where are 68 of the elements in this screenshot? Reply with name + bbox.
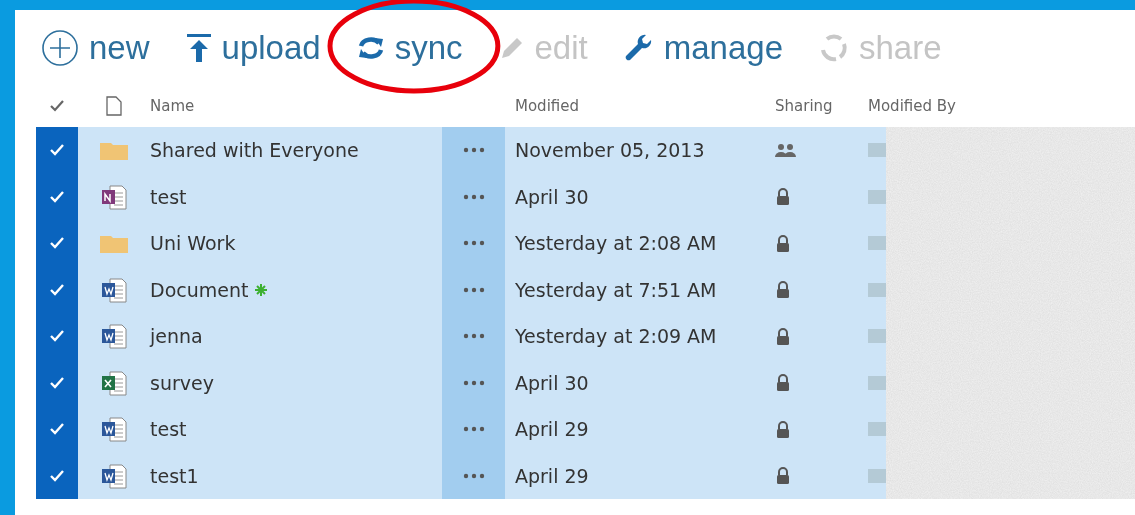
- redacted-name-stub: [868, 422, 886, 437]
- column-header[interactable]: Modified: [515, 96, 579, 115]
- more-options-icon[interactable]: [462, 426, 485, 433]
- redacted-name-stub: [868, 236, 886, 251]
- file-name[interactable]: survey: [150, 368, 214, 397]
- document-icon: [106, 96, 122, 116]
- file-name[interactable]: test1: [150, 461, 199, 490]
- spreadsheet-file-icon: [100, 369, 128, 396]
- redacted-name-stub: [868, 375, 886, 390]
- redacted-name-stub: [868, 189, 886, 204]
- modified-date: November 05, 2013: [515, 139, 705, 161]
- check-icon: [49, 329, 65, 344]
- modified-date: Yesterday at 7:51 AM: [515, 278, 717, 301]
- check-icon: [49, 143, 65, 158]
- modified-date: Yesterday at 2:09 AM: [515, 325, 717, 347]
- file-row[interactable]: jenna Yesterday at 2:09 AM: [36, 313, 886, 360]
- file-row[interactable]: test April 29: [36, 406, 886, 453]
- modified-date: April 29: [515, 464, 589, 487]
- word-file-icon: [100, 276, 128, 303]
- check-icon: [49, 99, 65, 113]
- sync-icon: [356, 34, 385, 61]
- modified-date: Yesterday at 2:08 AM: [515, 232, 717, 254]
- column-header[interactable]: Sharing: [775, 96, 833, 115]
- file-name[interactable]: Uni Work: [150, 229, 236, 258]
- more-options-icon[interactable]: [462, 333, 485, 340]
- manage-button[interactable]: manage: [619, 31, 787, 64]
- notebook-file-icon: [100, 183, 128, 210]
- redacted-name-stub: [868, 468, 886, 483]
- file-row[interactable]: test April 30: [36, 173, 886, 220]
- more-options-icon[interactable]: [462, 240, 485, 247]
- more-options-icon[interactable]: [462, 472, 485, 479]
- upload-button[interactable]: upload: [181, 31, 325, 64]
- file-row[interactable]: Uni Work Yesterday at 2:08 AM: [36, 220, 886, 267]
- column-header[interactable]: Modified By: [868, 96, 956, 115]
- file-row[interactable]: test1 April 29: [36, 452, 886, 499]
- column-header[interactable]: Name: [150, 96, 195, 115]
- upload-icon: [185, 32, 212, 63]
- wrench-icon: [623, 32, 654, 63]
- check-icon: [49, 375, 65, 390]
- file-name[interactable]: test: [150, 182, 187, 211]
- add-icon: [41, 28, 79, 67]
- file-name[interactable]: Document: [150, 275, 249, 304]
- check-icon: [49, 189, 65, 204]
- share-icon: [819, 32, 849, 63]
- modified-date: April 30: [515, 371, 589, 394]
- file-name[interactable]: Shared with Everyone: [150, 136, 359, 165]
- file-name[interactable]: test: [150, 415, 187, 444]
- check-icon: [49, 422, 65, 437]
- modified-date: April 29: [515, 418, 589, 440]
- more-options-icon[interactable]: [462, 286, 485, 293]
- check-icon: [49, 468, 65, 483]
- word-file-icon: [100, 323, 128, 350]
- file-row[interactable]: Shared with Everyone November 05, 2013: [36, 127, 886, 174]
- check-icon: [49, 282, 65, 297]
- word-file-icon: [100, 416, 128, 443]
- more-options-icon[interactable]: [462, 193, 485, 200]
- new-button[interactable]: new: [37, 28, 154, 67]
- file-name[interactable]: jenna: [150, 322, 203, 351]
- redacted-name-stub: [868, 143, 886, 158]
- redacted-name-stub: [868, 282, 886, 297]
- file-row[interactable]: survey April 30: [36, 359, 886, 406]
- word-file-icon: [100, 462, 128, 489]
- more-options-icon[interactable]: [462, 379, 485, 386]
- file-row[interactable]: Document Yesterday at 7:51 AM: [36, 266, 886, 313]
- modified-date: April 30: [515, 185, 589, 208]
- redacted-name-stub: [868, 329, 886, 344]
- check-icon: [49, 236, 65, 251]
- more-options-icon[interactable]: [462, 147, 485, 154]
